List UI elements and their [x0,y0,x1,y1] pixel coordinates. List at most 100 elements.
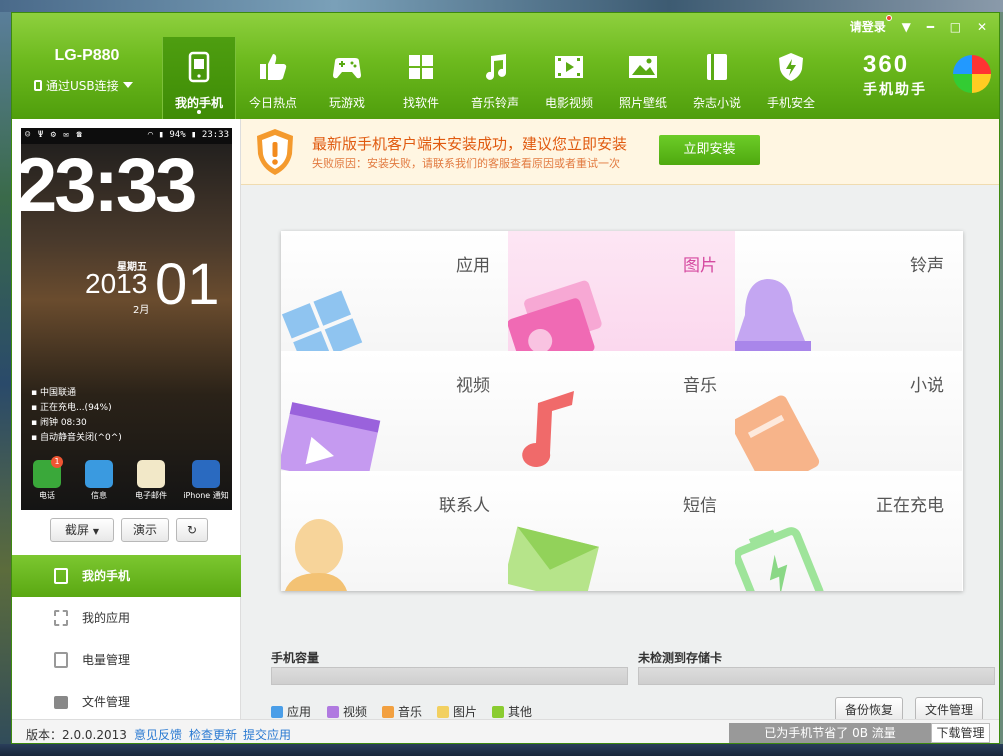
traffic-saved-status: 已为手机节省了 0B 流量 [729,723,931,743]
category-sms[interactable]: 短信 [508,471,735,591]
install-now-button[interactable]: 立即安装 [659,135,760,165]
category-charging[interactable]: 正在充电 [735,471,962,591]
warning-shield-icon [257,129,293,175]
film-clapper-icon [281,402,381,471]
phone-capacity-bar [271,667,628,685]
left-nav-my-apps[interactable]: 我的应用 [12,597,241,639]
shield-bolt-icon [779,53,803,81]
legend-item: 其他 [492,703,532,720]
demo-label: 演示 [132,523,157,537]
screenshot-label: 截屏 [65,523,90,537]
battery-charging-icon [735,527,824,591]
phone-app-messages: 信息 [79,460,119,508]
status-time: 23:33 [201,130,229,140]
category-contacts[interactable]: 联系人 [281,471,508,591]
logo-subtitle: 手机助手 [863,82,927,98]
book-icon [707,54,727,80]
install-notice-banner: 最新版手机客户端未安装成功，建议您立即安装 失败原因：安装失败，请联系我们的客服… [241,119,999,185]
category-music[interactable]: 音乐 [508,351,735,471]
download-manager-button[interactable]: 下载管理 [931,723,990,743]
email-at-icon [137,460,165,488]
phone-icon [188,51,210,83]
legend-item: 音乐 [382,703,422,720]
category-videos[interactable]: 视频 [281,351,508,471]
device-panel: LG-P880 通过USB连接 [12,13,162,119]
category-label: 音乐 [683,376,717,396]
check-update-link[interactable]: 检查更新 [189,726,237,743]
nav-find-software[interactable]: 找软件 [384,37,458,119]
demo-button[interactable]: 演示 [121,518,169,542]
nav-label: 我的手机 [174,96,223,110]
connection-label: 通过USB连接 [46,79,119,93]
envelope-icon [508,526,599,591]
battery-icon [54,652,68,668]
left-nav-label: 我的应用 [82,611,131,625]
nav-phone-security[interactable]: 手机安全 [754,37,828,119]
login-link[interactable]: 请登录 [838,15,892,35]
left-nav-my-phone[interactable]: 我的手机 [12,555,241,597]
music-note-icon [522,391,574,467]
nav-label: 玩游戏 [328,96,365,110]
notification-dot [885,15,892,21]
os-taskbar [0,744,1003,756]
phone-info-item: 正在充电...(94%) [31,401,122,416]
contact-person-icon [285,519,347,591]
legend-swatch [492,706,504,718]
minimize-icon[interactable]: ━ [927,20,934,34]
legend-label: 图片 [453,705,478,719]
apps-grid-icon [409,55,433,79]
nav-magazines[interactable]: 杂志小说 [680,37,754,119]
music-note-icon [486,54,506,80]
category-novels[interactable]: 小说 [735,351,962,471]
category-label: 短信 [683,496,717,516]
nav-games[interactable]: 玩游戏 [310,37,384,119]
sd-card-label: 未检测到存储卡 [638,651,723,665]
category-ringtones[interactable]: 铃声 [735,231,962,351]
maximize-icon[interactable]: □ [950,20,961,34]
nav-my-phone[interactable]: 我的手机 [162,37,236,119]
left-nav-battery[interactable]: 电量管理 [12,639,241,681]
left-nav-label: 文件管理 [82,695,131,709]
phone-icon [54,568,68,584]
refresh-button[interactable]: ↻ [176,518,208,542]
close-icon[interactable]: ✕ [977,20,987,34]
menu-icon[interactable]: ▼ [902,20,911,34]
category-apps[interactable]: 应用 [281,231,508,351]
apps-grid-icon [54,610,68,626]
apps-window-icon [281,290,363,351]
top-toolbar: LG-P880 通过USB连接 我的手机 今日热点 玩游戏 找软件 音乐铃声 电… [12,13,999,119]
window-controls: 请登录 ▼ ━ □ ✕ [826,15,987,36]
nav-photos[interactable]: 照片壁纸 [606,37,680,119]
nav-music-ringtones[interactable]: 音乐铃声 [458,37,532,119]
nav-label: 音乐铃声 [470,96,519,110]
phone-clock: 23:33 [21,143,197,228]
phone-screen-preview[interactable]: ☺ Ψ ⚙ ✉ ☎ ◠ ▮ 94% ▮ 23:33 23:33 星期五 2013… [21,128,232,510]
category-label: 应用 [456,256,490,276]
left-nav-files[interactable]: 文件管理 [12,681,241,723]
legend-swatch [437,706,449,718]
device-name: LG-P880 [54,47,120,64]
legend-swatch [271,706,283,718]
picture-icon [508,280,602,351]
phone-month: 2月 [133,305,150,316]
usb-icon [34,80,42,91]
connection-dropdown[interactable]: 通过USB连接 [34,77,133,94]
notice-subtitle: 失败原因：安装失败，请联系我们的客服查看原因或者重试一次 [312,157,620,170]
screenshot-button[interactable]: 截屏 ▼ [50,518,114,542]
phone-capacity-label: 手机容量 [271,651,320,665]
logo-number: 360 [863,51,910,78]
nav-today-hot[interactable]: 今日热点 [236,37,310,119]
sd-card-bar [638,667,995,685]
chevron-down-icon: ▼ [92,527,99,536]
desktop-background-top [0,0,1003,12]
book-icon [735,395,820,471]
legend-swatch [382,706,394,718]
desktop-background-left [0,12,11,756]
legend-label: 其他 [508,705,533,719]
submit-app-link[interactable]: 提交应用 [243,726,291,743]
chevron-down-icon [122,82,133,88]
gamepad-icon [333,58,361,79]
feedback-link[interactable]: 意见反馈 [134,726,182,743]
category-pictures[interactable]: 图片 [508,231,735,351]
nav-movies[interactable]: 电影视频 [532,37,606,119]
